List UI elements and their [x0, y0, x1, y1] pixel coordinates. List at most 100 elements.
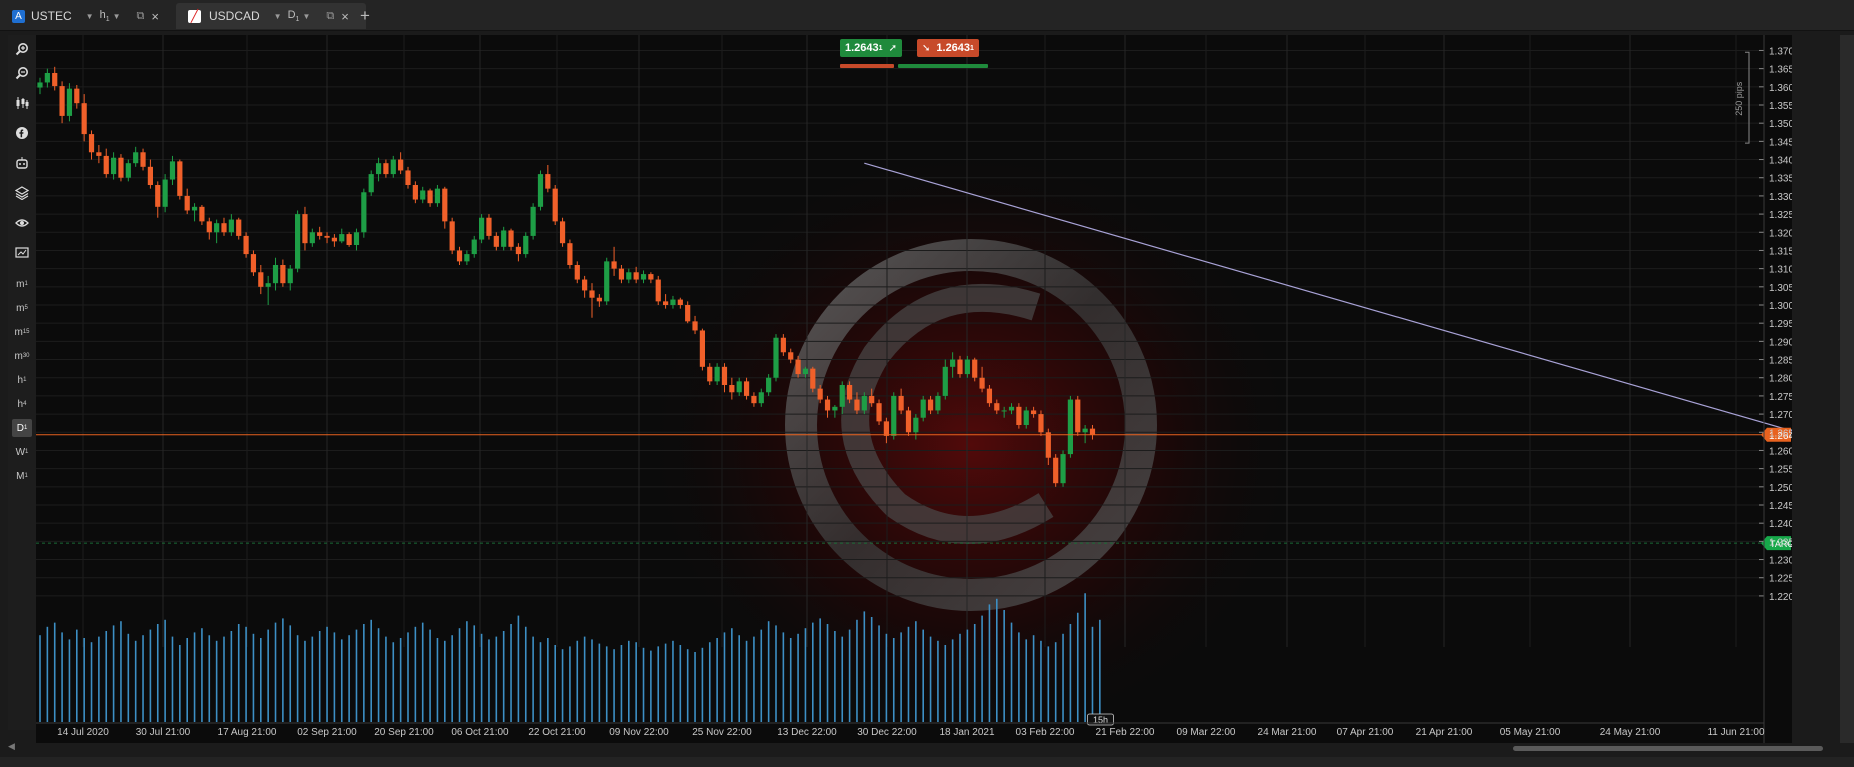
- candle-body: [618, 268, 625, 280]
- add-tab-button[interactable]: +: [360, 6, 370, 26]
- candle-body: [331, 237, 337, 242]
- chart-area[interactable]: 1.26431TARGET250 pips15h 1.370001.365001…: [36, 35, 1792, 743]
- candle-body: [177, 161, 183, 196]
- candle-body: [184, 195, 190, 211]
- x-tick-label: 07 Apr 21:00: [1337, 727, 1394, 738]
- candle-body: [530, 206, 536, 236]
- scrollbar-thumb[interactable]: [1513, 746, 1823, 751]
- tab-symbol-label: USDCAD: [209, 9, 260, 23]
- candle-body: [287, 268, 293, 284]
- tab-ustec[interactable]: A USTEC ▼ h1 ▼ ⧉ ×: [12, 3, 172, 29]
- candle-body: [118, 157, 124, 178]
- candle-body: [147, 166, 153, 185]
- x-tick-label: 18 Jan 2021: [939, 727, 994, 738]
- candle-body: [537, 174, 544, 207]
- candle-body: [37, 82, 43, 88]
- timeframe-m30[interactable]: m 30: [12, 347, 32, 365]
- close-icon[interactable]: ×: [341, 9, 349, 24]
- sell-quote-button[interactable]: ➘ 1.2643 1: [917, 39, 979, 57]
- candle-body: [368, 174, 374, 193]
- zoom-in-icon[interactable]: [12, 39, 32, 59]
- chart-settings-icon[interactable]: [12, 243, 32, 263]
- y-tick-label: 1.31000: [1769, 265, 1792, 276]
- eye-icon[interactable]: [12, 213, 32, 233]
- chevron-down-icon[interactable]: ▼: [274, 12, 282, 21]
- candle-body: [449, 221, 455, 251]
- chart-toolbar: m1 m5 m 15 m 30 h1 h4 D1 W1 M1: [8, 35, 36, 730]
- timeframe-h1[interactable]: h1: [12, 371, 32, 389]
- detach-icon[interactable]: ⧉: [326, 10, 334, 23]
- candle-body: [1060, 454, 1066, 484]
- timeframe-mn1[interactable]: M1: [12, 467, 32, 485]
- horizontal-scrollbar[interactable]: ◀: [8, 741, 1823, 753]
- tab-bar: A USTEC ▼ h1 ▼ ⧉ × ╱ USDCAD ▼ D1 ▼ ⧉ × +: [0, 0, 1854, 31]
- y-tick-label: 1.32500: [1769, 210, 1792, 221]
- y-tick-label: 1.31500: [1769, 246, 1792, 257]
- arrow-up-right-icon: ➚: [888, 42, 897, 54]
- candle-body: [420, 190, 426, 200]
- timeframe-selector[interactable]: h1: [100, 9, 110, 23]
- chart-type-icon[interactable]: [12, 93, 32, 113]
- y-tick-label: 1.36000: [1769, 83, 1792, 94]
- timeframe-m5[interactable]: m5: [12, 299, 32, 317]
- side-panel-edge: [1840, 35, 1854, 743]
- zoom-out-icon[interactable]: [12, 63, 32, 83]
- y-tick-label: 1.33000: [1769, 192, 1792, 203]
- candle-body: [920, 399, 926, 418]
- candle-body: [640, 274, 647, 280]
- x-tick-label: 09 Nov 22:00: [609, 727, 669, 738]
- chevron-down-icon[interactable]: ▼: [302, 12, 310, 21]
- candle-body: [324, 235, 330, 238]
- y-tick-label: 1.22000: [1769, 592, 1792, 603]
- candle-body: [824, 399, 831, 411]
- candle-body: [1075, 399, 1081, 433]
- detach-icon[interactable]: ⧉: [137, 10, 145, 23]
- x-tick-label: 05 May 21:00: [1500, 727, 1561, 738]
- candle-body: [699, 330, 705, 367]
- candle-body: [751, 395, 757, 404]
- candle-body: [692, 321, 698, 331]
- range-label: 250 pips: [1734, 81, 1744, 116]
- candle-body: [743, 381, 750, 396]
- candle-body: [471, 239, 477, 255]
- candle-body: [295, 214, 301, 269]
- candle-body: [280, 265, 286, 284]
- candle-body: [1001, 410, 1007, 412]
- timeframe-h4[interactable]: h4: [12, 395, 32, 413]
- candle-body: [59, 86, 65, 116]
- robot-icon[interactable]: [12, 153, 32, 173]
- candle-body: [44, 73, 50, 83]
- y-tick-label: 1.29500: [1769, 319, 1792, 330]
- candle-body: [169, 161, 176, 180]
- candle-body: [802, 368, 809, 375]
- timeframe-d1[interactable]: D1: [12, 419, 32, 437]
- chevron-down-icon[interactable]: ▼: [113, 12, 121, 21]
- timeframe-m15[interactable]: m 15: [12, 323, 32, 341]
- layers-icon[interactable]: [12, 183, 32, 203]
- tab-usdcad[interactable]: ╱ USDCAD ▼ D1 ▼ ⧉ ×: [176, 3, 366, 29]
- candle-body: [648, 274, 654, 280]
- candle-body: [927, 399, 934, 411]
- candle-body: [442, 188, 448, 222]
- price-chart[interactable]: 1.26431TARGET250 pips15h 1.370001.365001…: [36, 35, 1792, 743]
- candle-body: [913, 417, 919, 433]
- candle-body: [729, 385, 735, 393]
- candle-body: [383, 163, 389, 175]
- timeframe-m1[interactable]: m1: [12, 275, 32, 293]
- candle-body: [1045, 432, 1051, 458]
- candle-body: [972, 359, 978, 378]
- candle-body: [236, 219, 242, 236]
- scroll-left-icon[interactable]: ◀: [8, 741, 15, 752]
- sell-sentiment-bar: [840, 64, 894, 68]
- buy-quote-button[interactable]: 1.2643 1 ➚: [840, 39, 902, 57]
- social-icon[interactable]: [12, 123, 32, 143]
- chevron-down-icon[interactable]: ▼: [86, 12, 94, 21]
- timeframe-w1[interactable]: W1: [12, 443, 32, 461]
- symbol-badge: A: [12, 9, 25, 23]
- x-tick-label: 24 Mar 21:00: [1258, 727, 1317, 738]
- candle-body: [1008, 406, 1015, 411]
- close-icon[interactable]: ×: [151, 9, 159, 24]
- timeframe-selector[interactable]: D1: [288, 9, 300, 23]
- candle-body: [456, 250, 463, 262]
- tab-symbol-label: USTEC: [31, 9, 72, 23]
